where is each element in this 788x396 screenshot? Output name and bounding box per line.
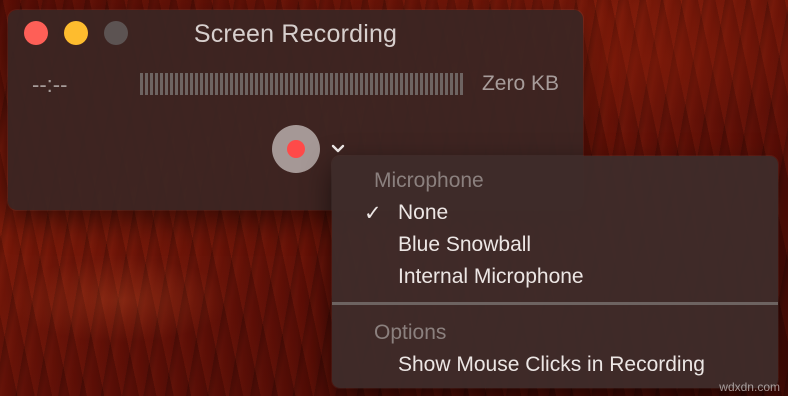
- file-size-label: Zero KB: [481, 72, 559, 95]
- recording-options-menu: Microphone ✓ None Blue Snowball Internal…: [332, 156, 778, 388]
- menu-item-internal-microphone[interactable]: Internal Microphone: [398, 265, 584, 289]
- menu-item-blue-snowball[interactable]: Blue Snowball: [398, 233, 531, 257]
- record-icon: [287, 140, 305, 158]
- record-button[interactable]: [272, 125, 320, 173]
- window-title: Screen Recording: [193, 20, 398, 48]
- menu-item-none[interactable]: None: [398, 201, 448, 225]
- chevron-down-icon[interactable]: [331, 142, 345, 156]
- checkmark-icon: ✓: [364, 202, 382, 225]
- menu-item-show-mouse-clicks[interactable]: Show Mouse Clicks in Recording: [398, 353, 705, 377]
- recording-timer: --:--: [32, 72, 68, 97]
- audio-level-meter: [140, 73, 465, 95]
- watermark: wdxdn.com: [719, 380, 780, 394]
- menu-separator: [332, 302, 778, 305]
- menu-section-microphone: Microphone: [374, 169, 484, 192]
- menu-section-options: Options: [374, 321, 447, 344]
